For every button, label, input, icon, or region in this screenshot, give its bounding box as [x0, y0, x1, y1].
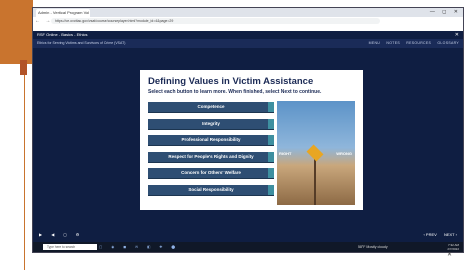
menu-link[interactable]: MENU: [369, 41, 381, 45]
address-bar[interactable]: https://ce.ovcttac.gov/vsat/course/cours…: [51, 18, 380, 24]
slide-close-icon[interactable]: ✕: [447, 251, 452, 258]
weather-widget[interactable]: 58°F Mostly cloudy: [358, 242, 388, 252]
screenshot-window: Admin - Vertical Program Vol — ◻ ✕ ← → ⟳…: [32, 7, 464, 253]
app-title-bar: RSF Online - Basics - Ethics ✕: [33, 31, 463, 39]
slide-accent-line: [24, 58, 25, 270]
player-controls: ▶ ◀ ◻ ⚙ ‹ PREV NEXT ›: [33, 230, 463, 240]
competence-button[interactable]: Competence: [148, 102, 274, 113]
concern-welfare-button[interactable]: Concern for Others' Welfare: [148, 168, 274, 179]
course-header: Ethics for Serving Victims and Survivors…: [33, 39, 463, 48]
content-card: Defining Values in Victim Assistance Sel…: [140, 70, 363, 210]
sign-diamond: [306, 144, 324, 162]
app-title: RSF Online - Basics - Ethics: [37, 32, 88, 37]
value-button-list: Competence Integrity Professional Respon…: [148, 102, 274, 201]
playback-icons[interactable]: ▶ ◀ ◻ ⚙: [39, 230, 83, 240]
glossary-link[interactable]: GLOSSARY: [437, 41, 459, 45]
page-title: Defining Values in Victim Assistance: [148, 76, 314, 87]
prev-button[interactable]: ‹ PREV: [423, 232, 436, 237]
system-clock[interactable]: 7:32 AM 2/7/2022: [447, 243, 459, 251]
navigation-controls: ‹ PREV NEXT ›: [417, 230, 457, 240]
browser-tab-bar: Admin - Vertical Program Vol — ◻ ✕: [33, 8, 463, 17]
sign-right-label: RIGHT: [279, 151, 292, 156]
road-sign-image: RIGHT WRONG: [277, 101, 355, 205]
windows-taskbar: Type here to search ▢ ◉ ◼ ✉ ◧ ✚ ⬤ 58°F M…: [33, 242, 463, 252]
taskbar-search[interactable]: Type here to search: [43, 244, 97, 250]
taskbar-apps-icon[interactable]: ▢ ◉ ◼ ✉ ◧ ✚ ⬤: [99, 242, 179, 252]
social-responsibility-button[interactable]: Social Responsibility: [148, 184, 274, 196]
presentation-slide: Admin - Vertical Program Vol — ◻ ✕ ← → ⟳…: [0, 0, 469, 270]
course-menu: MENU NOTES RESOURCES GLOSSARY: [364, 39, 459, 48]
integrity-button[interactable]: Integrity: [148, 118, 274, 130]
slide-accent-block: [0, 0, 33, 64]
sign-wrong-label: WRONG: [336, 151, 352, 156]
respect-rights-dignity-button[interactable]: Respect for People's Rights and Dignity: [148, 151, 274, 163]
close-icon[interactable]: ✕: [455, 31, 459, 39]
course-title: Ethics for Serving Victims and Survivors…: [37, 41, 126, 45]
window-controls[interactable]: — ◻ ✕: [430, 9, 461, 15]
browser-tab[interactable]: Admin - Vertical Program Vol: [36, 9, 90, 17]
instruction-text: Select each button to learn more. When f…: [148, 89, 322, 95]
sign-pole: [314, 159, 316, 205]
resources-link[interactable]: RESOURCES: [406, 41, 431, 45]
notes-link[interactable]: NOTES: [386, 41, 400, 45]
next-button[interactable]: NEXT ›: [444, 232, 457, 237]
browser-toolbar: ← → ⟳ https://ce.ovcttac.gov/vsat/course…: [33, 17, 463, 25]
slide-accent-bar: [20, 60, 27, 75]
professional-responsibility-button[interactable]: Professional Responsibility: [148, 135, 274, 146]
